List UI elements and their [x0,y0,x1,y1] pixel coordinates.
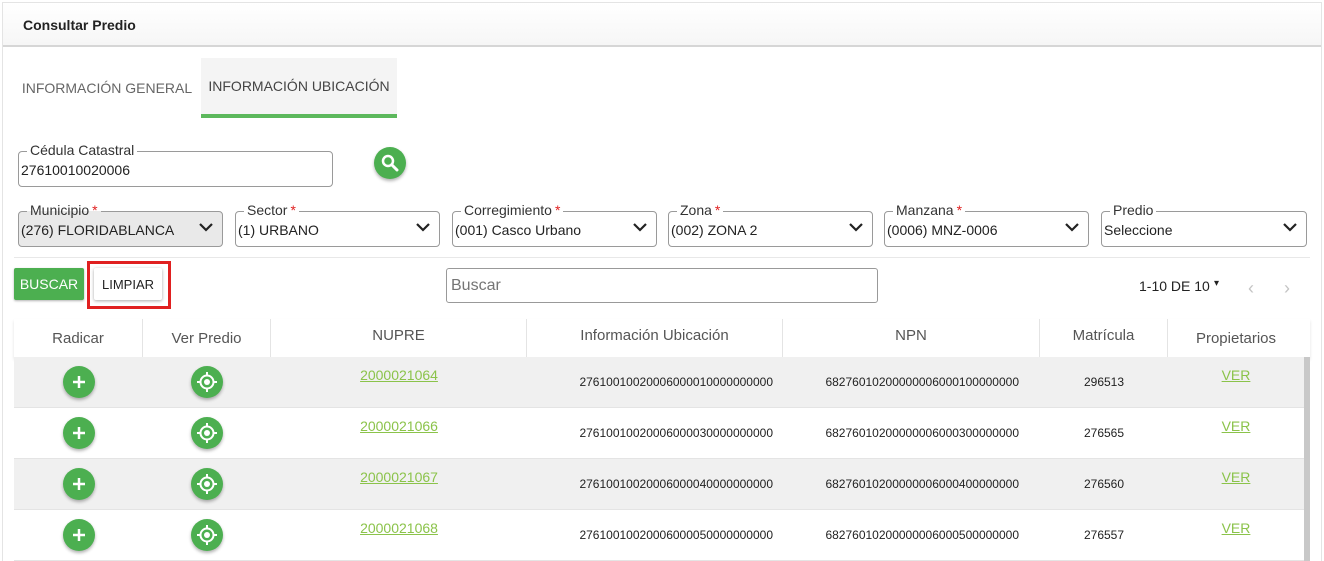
table-row: 2000021066 27610010020006000030000000000… [14,408,1304,459]
zona-value: (002) ZONA 2 [671,222,758,238]
radicar-button[interactable] [62,366,95,398]
chevron-down-icon [849,223,863,232]
target-icon [197,525,217,545]
header-radicar: Radicar [14,319,143,357]
plus-icon [72,376,85,388]
ver-predio-button[interactable] [191,519,223,551]
ver-predio-cell [143,357,271,407]
corregimiento-select[interactable]: Corregimiento * (001) Casco Urbano [452,202,657,247]
sector-select[interactable]: Sector * (1) URBANO [235,202,440,247]
target-icon [197,423,217,443]
manzana-label: Manzana * [893,202,966,218]
sector-label: Sector * [244,202,299,218]
corregimiento-value: (001) Casco Urbano [455,222,582,238]
header-propietarios: Propietarios [1195,329,1277,347]
pager-prev-icon[interactable]: ‹ [1248,278,1254,299]
cedula-catastral-value: 27610010020006 [21,162,131,178]
municipio-select[interactable]: Municipio * (276) FLORIDABLANCA [18,202,223,247]
predio-select[interactable]: Predio Seleccione [1101,202,1307,247]
zona-select[interactable]: Zona * (002) ZONA 2 [668,202,873,247]
predio-label: Predio [1110,202,1157,218]
radicar-cell [14,408,143,458]
nupre-link[interactable]: 2000021068 [271,510,527,560]
radicar-button[interactable] [62,519,95,551]
radicar-button[interactable] [62,417,95,449]
page-header: Consultar Predio [3,3,1321,47]
header-npn: NPN [783,319,1040,357]
cedula-catastral-field[interactable]: Cédula Catastral 27610010020006 [18,142,333,187]
corregimiento-label: Corregimiento * [461,202,564,218]
chevron-down-icon [1065,223,1079,232]
npn-cell: 68276010200000006000100000000 [825,375,1019,389]
section-divider [14,257,1310,258]
predio-value: Seleccione [1104,222,1173,238]
page-title: Consultar Predio [23,17,136,33]
table-scrollbar[interactable] [1304,357,1310,561]
plus-icon [72,478,85,490]
nupre-link[interactable]: 2000021066 [271,408,527,458]
header-ver-predio: Ver Predio [143,319,271,357]
propietarios-link[interactable]: VER [1168,459,1304,509]
buscar-button[interactable]: BUSCAR [14,268,84,300]
ver-predio-button[interactable] [191,468,223,500]
npn-cell: 68276010200000006000400000000 [825,477,1019,491]
pager-range[interactable]: 1-10 DE 10 [1139,278,1210,294]
npn-cell: 68276010200000006000300000000 [825,426,1019,440]
target-icon [197,474,217,494]
matricula-cell: 296513 [1083,375,1125,389]
tab-informacion-ubicacion[interactable]: INFORMACIÓN UBICACIÓN [201,58,397,118]
table-row: 2000021064 27610010020006000010000000000… [14,357,1304,408]
cedula-catastral-label: Cédula Catastral [27,142,138,158]
radicar-cell [14,357,143,407]
propietarios-link[interactable]: VER [1168,510,1304,560]
matricula-cell: 276557 [1083,528,1125,542]
ver-predio-button[interactable] [191,417,223,449]
manzana-value: (0006) MNZ-0006 [887,222,998,238]
chevron-down-icon [416,223,430,232]
header-informacion-ubicacion: Información Ubicación [527,319,783,357]
ubicacion-cell: 27610010020006000030000000000 [579,426,773,440]
chevron-down-icon [199,223,213,232]
municipio-value: (276) FLORIDABLANCA [21,222,175,238]
table-header: Radicar Ver Predio NUPRE Información Ubi… [14,319,1310,358]
ver-predio-cell [143,459,271,509]
municipio-label: Municipio * [27,202,101,218]
matricula-cell: 276565 [1083,426,1125,440]
matricula-cell: 276560 [1083,477,1125,491]
tab-informacion-general[interactable]: INFORMACIÓN GENERAL [16,58,198,118]
header-nupre: NUPRE [271,319,527,357]
radicar-button[interactable] [62,468,95,500]
radicar-cell [14,510,143,560]
ver-predio-cell [143,408,271,458]
propietarios-link[interactable]: VER [1168,357,1304,407]
nupre-link[interactable]: 2000021064 [271,357,527,407]
propietarios-link[interactable]: VER [1168,408,1304,458]
ver-predio-button[interactable] [191,366,223,398]
search-button[interactable] [374,147,406,179]
ver-predio-cell [143,510,271,560]
manzana-select[interactable]: Manzana * (0006) MNZ-0006 [884,202,1089,247]
zona-label: Zona * [677,202,724,218]
plus-icon [72,529,85,541]
nupre-link[interactable]: 2000021067 [271,459,527,509]
limpiar-button[interactable]: LIMPIAR [94,268,162,300]
radicar-cell [14,459,143,509]
table-search-input[interactable] [446,268,878,303]
pager-caret-icon[interactable]: ▾ [1214,278,1219,289]
chevron-down-icon [633,223,647,232]
header-matricula: Matrícula [1040,319,1168,357]
plus-icon [72,427,85,439]
target-icon [197,372,217,392]
ubicacion-cell: 27610010020006000050000000000 [579,528,773,542]
table-row: 2000021068 27610010020006000050000000000… [14,510,1304,561]
search-icon [381,154,399,172]
chevron-down-icon [1283,223,1297,232]
pager-next-icon[interactable]: › [1284,278,1290,299]
ubicacion-cell: 27610010020006000040000000000 [579,477,773,491]
ubicacion-cell: 27610010020006000010000000000 [579,375,773,389]
npn-cell: 68276010200000006000500000000 [825,528,1019,542]
sector-value: (1) URBANO [238,222,319,238]
table-row: 2000021067 27610010020006000040000000000… [14,459,1304,510]
